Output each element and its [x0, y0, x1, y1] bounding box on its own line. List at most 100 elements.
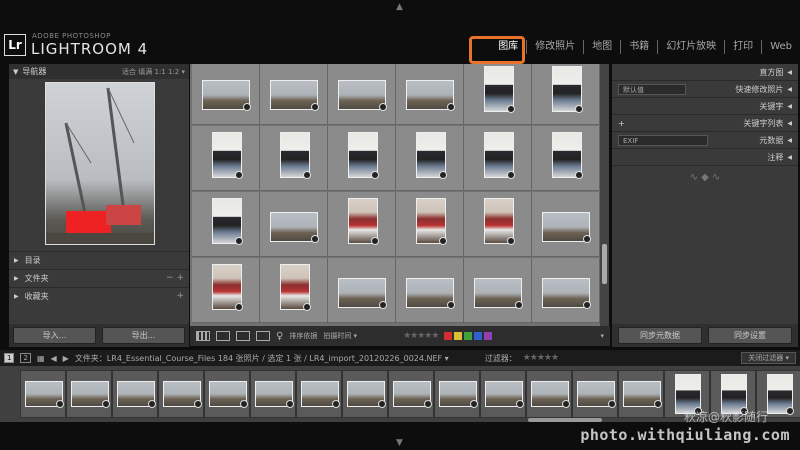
filmstrip-item[interactable]: [66, 370, 112, 418]
filmstrip-thumbnail[interactable]: [485, 381, 524, 408]
navigator-header[interactable]: ▼ 导航器 适合 填满 1:1 1:2 ▾: [9, 64, 189, 79]
secondary-screen-button[interactable]: 2: [20, 353, 31, 363]
module-web[interactable]: Web: [762, 40, 800, 54]
photo-thumbnail[interactable]: [270, 80, 319, 111]
grid-cell[interactable]: [328, 126, 396, 191]
loupe-view-icon[interactable]: [216, 331, 230, 341]
module-book[interactable]: 书籍: [621, 40, 659, 54]
metadata-preset-select[interactable]: EXIF: [618, 134, 708, 146]
photo-thumbnail[interactable]: [348, 132, 379, 179]
edit-badge-icon[interactable]: [303, 303, 311, 311]
photo-thumbnail[interactable]: [416, 132, 447, 179]
filmstrip-scrollbar[interactable]: [528, 418, 602, 422]
edit-badge-icon[interactable]: [303, 171, 311, 179]
top-panel-toggle-icon[interactable]: ▲: [396, 2, 403, 12]
toolbar-menu-icon[interactable]: ▾: [600, 332, 604, 340]
grid-cell[interactable]: [260, 126, 328, 191]
bottom-panel-toggle-icon[interactable]: ▼: [396, 438, 403, 448]
filmstrip-thumbnail[interactable]: [767, 374, 794, 415]
export-button[interactable]: 导出...: [102, 327, 185, 344]
color-label-yellow[interactable]: [454, 332, 463, 340]
grid-cell[interactable]: [396, 258, 464, 323]
grid-cell[interactable]: [328, 192, 396, 257]
module-map[interactable]: 地图: [584, 40, 622, 54]
filmstrip-item[interactable]: [572, 370, 618, 418]
add-keyword-icon[interactable]: +: [618, 119, 625, 128]
filmstrip-thumbnail[interactable]: [577, 381, 616, 408]
keywording-section[interactable]: 关键字 ◀: [612, 98, 798, 115]
photo-thumbnail[interactable]: [542, 278, 591, 309]
navigator-zoom-options[interactable]: 适合 填满 1:1 1:2 ▾: [122, 67, 185, 77]
photo-thumbnail[interactable]: [270, 212, 319, 243]
edit-badge-icon[interactable]: [311, 103, 319, 111]
module-slideshow[interactable]: 幻灯片放映: [658, 40, 726, 54]
photo-thumbnail[interactable]: [212, 132, 243, 179]
color-label-blue[interactable]: [474, 332, 483, 340]
photo-thumbnail[interactable]: [542, 212, 591, 243]
photo-thumbnail[interactable]: [416, 198, 447, 245]
source-path[interactable]: 文件夹：LR4_Essential_Course_Files 184 张照片 /…: [75, 353, 449, 364]
photo-thumbnail[interactable]: [212, 198, 243, 245]
sort-dropdown[interactable]: 拍摄时间 ▾: [323, 331, 357, 341]
grid-cell[interactable]: [532, 258, 600, 323]
edit-badge-icon[interactable]: [447, 301, 455, 309]
color-label-green[interactable]: [464, 332, 473, 340]
edit-badge-icon[interactable]: [235, 237, 243, 245]
photo-thumbnail[interactable]: [484, 66, 515, 113]
module-print[interactable]: 打印: [725, 40, 763, 54]
photo-thumbnail[interactable]: [484, 198, 515, 245]
photo-thumbnail[interactable]: [484, 132, 515, 179]
metadata-section[interactable]: EXIF 元数据 ◀: [612, 132, 798, 149]
filmstrip-thumbnail[interactable]: [439, 381, 478, 408]
photo-thumbnail[interactable]: [280, 132, 311, 179]
grid-view-icon[interactable]: ▦: [37, 354, 45, 363]
grid-cell[interactable]: [532, 192, 600, 257]
compare-view-icon[interactable]: [236, 331, 250, 341]
filmstrip-thumbnail[interactable]: [117, 381, 156, 408]
back-arrow-icon[interactable]: ◀: [51, 354, 57, 363]
collections-section[interactable]: ▶ 收藏夹 +: [9, 287, 189, 304]
photo-thumbnail[interactable]: [552, 132, 583, 179]
edit-badge-icon[interactable]: [447, 103, 455, 111]
color-label-red[interactable]: [444, 332, 453, 340]
filmstrip-item[interactable]: [158, 370, 204, 418]
grid-cell[interactable]: [532, 126, 600, 191]
grid-cell[interactable]: [260, 192, 328, 257]
edit-badge-icon[interactable]: [243, 103, 251, 111]
grid-cell[interactable]: [192, 258, 260, 323]
filmstrip-thumbnail[interactable]: [71, 381, 110, 408]
filmstrip-item[interactable]: [480, 370, 526, 418]
grid-cell[interactable]: [192, 192, 260, 257]
filmstrip-item[interactable]: [296, 370, 342, 418]
primary-screen-button[interactable]: 1: [4, 353, 15, 363]
filmstrip-item[interactable]: [20, 370, 66, 418]
photo-thumbnail[interactable]: [552, 66, 583, 113]
edit-badge-icon[interactable]: [507, 237, 515, 245]
filmstrip-thumbnail[interactable]: [301, 381, 340, 408]
edit-badge-icon[interactable]: [235, 303, 243, 311]
keyword-list-section[interactable]: + 关键字列表 ◀: [612, 115, 798, 132]
rating-stars[interactable]: ★★★★★: [403, 331, 439, 341]
forward-arrow-icon[interactable]: ▶: [63, 354, 69, 363]
filmstrip-thumbnail[interactable]: [347, 381, 386, 408]
filmstrip-item[interactable]: [618, 370, 664, 418]
photo-thumbnail[interactable]: [406, 80, 455, 111]
filmstrip-thumbnail[interactable]: [25, 381, 64, 408]
grid-cell[interactable]: [464, 192, 532, 257]
photo-thumbnail[interactable]: [338, 278, 387, 309]
edit-badge-icon[interactable]: [575, 171, 583, 179]
filmstrip-item[interactable]: [526, 370, 572, 418]
edit-badge-icon[interactable]: [371, 237, 379, 245]
filmstrip-thumbnail[interactable]: [623, 381, 662, 408]
edit-badge-icon[interactable]: [507, 171, 515, 179]
collections-add-button[interactable]: +: [176, 291, 184, 301]
import-button[interactable]: 导入...: [13, 327, 96, 344]
filmstrip-thumbnail[interactable]: [255, 381, 294, 408]
grid-cell[interactable]: [260, 64, 328, 125]
survey-view-icon[interactable]: [256, 331, 270, 341]
edit-badge-icon[interactable]: [575, 105, 583, 113]
edit-badge-icon[interactable]: [583, 235, 591, 243]
module-develop[interactable]: 修改照片: [527, 40, 585, 54]
grid-cell[interactable]: [464, 258, 532, 323]
grid-cell[interactable]: [396, 64, 464, 125]
